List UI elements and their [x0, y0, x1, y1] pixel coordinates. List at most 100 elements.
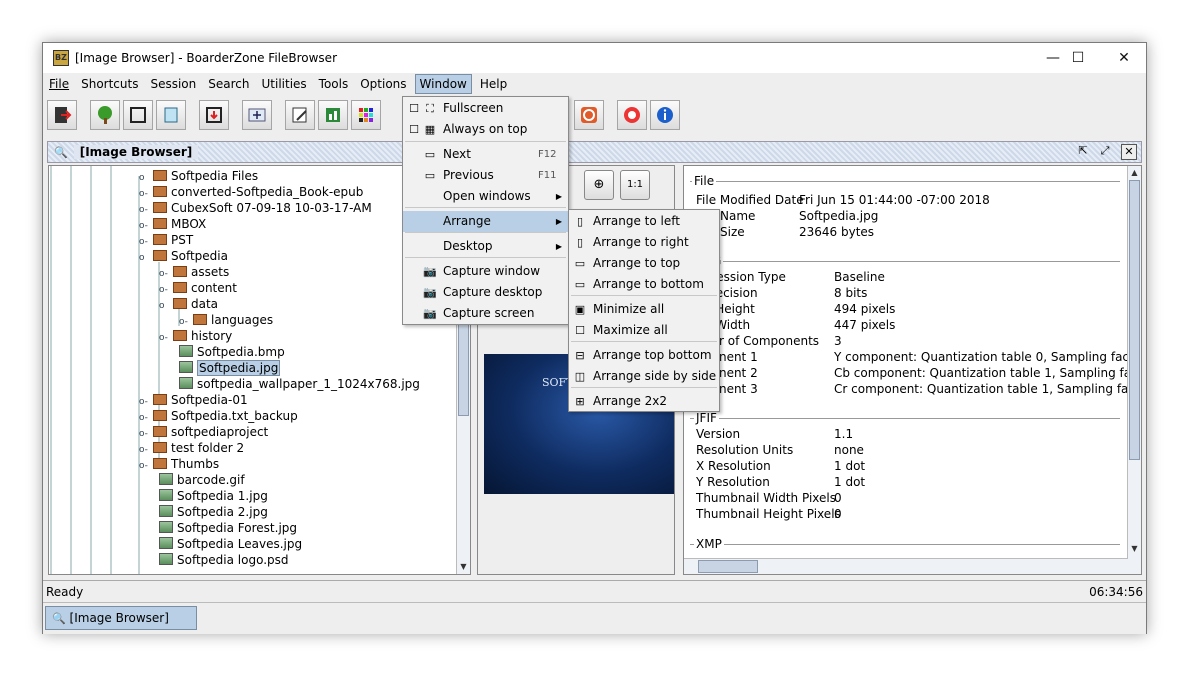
tree-icon[interactable] [90, 100, 120, 130]
hscroll-thumb[interactable] [698, 560, 758, 573]
window-menu-item[interactable]: Desktop ▶ [403, 236, 568, 257]
arrange-menu-item[interactable]: ▭ Arrange to bottom [569, 274, 719, 295]
tree-item[interactable]: o Softpedia [139, 248, 228, 264]
close-frame-icon[interactable]: ✕ [1121, 144, 1137, 160]
expand-icon[interactable]: o- [159, 330, 169, 346]
window-menu-item[interactable]: ▭ Next F12 [403, 144, 568, 165]
help-icon[interactable] [617, 100, 647, 130]
menu-utilities[interactable]: Utilities [258, 74, 311, 94]
tree-item[interactable]: o-content [159, 280, 237, 296]
arrange-menu-item[interactable]: ☐ Maximize all [569, 320, 719, 341]
tree-item[interactable]: o-history [159, 328, 232, 344]
metadata-value: Fri Jun 15 01:44:00 -07:00 2018 [799, 193, 990, 207]
tree-item[interactable]: o-test folder 2 [139, 440, 244, 456]
tree-root[interactable]: o Softpedia Files [139, 168, 258, 184]
tree-item[interactable]: o-converted-Softpedia_Book-epub [139, 184, 363, 200]
tree-item[interactable]: o data [159, 296, 218, 312]
document-icon[interactable] [156, 100, 186, 130]
close-button[interactable]: ✕ [1101, 43, 1147, 73]
checkbox-icon[interactable]: ☐ [407, 123, 421, 136]
chart-icon[interactable] [318, 100, 348, 130]
tree-item[interactable]: Softpedia Forest.jpg [159, 520, 297, 536]
edit-icon[interactable] [285, 100, 315, 130]
expand-icon[interactable]: o [139, 250, 149, 266]
expand-icon[interactable]: o- [139, 458, 149, 474]
grid-icon[interactable] [351, 100, 381, 130]
menu-window[interactable]: Window [414, 74, 472, 94]
tree-item[interactable]: softpedia_wallpaper_1_1024x768.jpg [179, 376, 420, 392]
window-menu-item[interactable]: ☐ ▦ Always on top [403, 119, 568, 140]
zoom-actual-button[interactable]: 1:1 [620, 170, 650, 200]
tree-item[interactable]: Softpedia.bmp [179, 344, 285, 360]
arrange-menu-item[interactable]: ◫ Arrange side by side [569, 366, 719, 387]
window-menu-item[interactable]: Arrange ▶ [403, 211, 568, 232]
window-menu-item[interactable]: 📷 Capture window [403, 261, 568, 282]
tree-item[interactable]: o-assets [159, 264, 229, 280]
tree-item[interactable]: barcode.gif [159, 472, 245, 488]
tree-item[interactable]: o- PST [139, 232, 193, 248]
arrange-top-bottom-icon: ⊟ [575, 349, 585, 362]
info-icon[interactable] [650, 100, 680, 130]
menu-file[interactable]: File [45, 74, 73, 94]
menu-search[interactable]: Search [204, 74, 253, 94]
metadata-key: Y Resolution [696, 475, 770, 489]
tree-item[interactable]: o-softpediaproject [139, 424, 268, 440]
menu-session[interactable]: Session [146, 74, 200, 94]
window-menu-item[interactable]: 📷 Capture desktop [403, 282, 568, 303]
checkbox-icon[interactable]: ☐ [407, 102, 421, 115]
tree-item[interactable]: o-languages [179, 312, 273, 328]
arrange-menu-item[interactable]: ⊟ Arrange top bottom [569, 345, 719, 366]
metadata-scrollbar[interactable]: ▲ ▼ [1127, 166, 1141, 574]
metadata-scroll-thumb[interactable] [1129, 180, 1140, 460]
submenu-arrow-icon: ▶ [555, 242, 562, 251]
tree-item[interactable]: o- CubexSoft 07-09-18 10-03-17-AM [139, 200, 372, 216]
window-menu-item[interactable]: ☐ ⛶ Fullscreen [403, 98, 568, 119]
restore-icon[interactable]: ⇱ [1075, 144, 1091, 160]
arrange-menu-item[interactable]: ▣ Minimize all [569, 299, 719, 320]
maximize-button[interactable]: ☐ [1055, 43, 1101, 73]
image-file-icon [159, 537, 173, 549]
expand-icon[interactable]: o [159, 298, 169, 314]
maximize-frame-icon[interactable]: ⤢ [1097, 144, 1113, 160]
metadata-value: Y component: Quantization table 0, Sampl… [834, 350, 1142, 364]
arrange-menu-item[interactable]: ⊞ Arrange 2x2 [569, 391, 719, 412]
menu-options[interactable]: Options [356, 74, 410, 94]
download-icon[interactable] [199, 100, 229, 130]
image-file-icon [159, 553, 173, 565]
windows-icon[interactable] [123, 100, 153, 130]
tree-item[interactable]: o- Thumbs [139, 456, 219, 472]
menu-shortcuts[interactable]: Shortcuts [77, 74, 142, 94]
scroll-down-icon[interactable]: ▼ [457, 560, 470, 574]
window-menu-item[interactable]: Open windows ▶ [403, 186, 568, 207]
zoom-in-button[interactable]: ⊕ [584, 170, 614, 200]
arrange-menu-item[interactable]: ▯ Arrange to left [569, 211, 719, 232]
scroll-down-icon[interactable]: ▼ [1128, 542, 1141, 556]
tree-item[interactable]: Softpedia logo.psd [159, 552, 289, 568]
taskbar-image-browser-button[interactable]: 🔍 [Image Browser] [45, 606, 197, 630]
window-menu-item[interactable]: 📷 Capture screen [403, 303, 568, 324]
tree-item[interactable]: o- MBOX [139, 216, 206, 232]
power-icon[interactable] [574, 100, 604, 130]
menu-tools[interactable]: Tools [315, 74, 353, 94]
metadata-hscrollbar[interactable] [684, 558, 1128, 574]
arrange-menu-item[interactable]: ▭ Arrange to top [569, 253, 719, 274]
arrange-menu-item[interactable]: ▯ Arrange to right [569, 232, 719, 253]
window-menu: ☐ ⛶ Fullscreen ☐ ▦ Always on top ▭ Next F12 ▭ Prev… [402, 96, 569, 325]
tree-item-label: Softpedia [171, 249, 228, 263]
metadata-pane: File File Modified Date Fri Jun 15 01:44:… [683, 165, 1142, 575]
exit-icon[interactable] [47, 100, 77, 130]
title-bar[interactable]: BZ [Image Browser] - BoarderZone FileBro… [43, 43, 1146, 73]
tree-item[interactable]: Softpedia 1.jpg [159, 488, 268, 504]
menu-help[interactable]: Help [476, 74, 511, 94]
scroll-up-icon[interactable]: ▲ [1128, 166, 1141, 180]
tree-item[interactable]: o- Softpedia-01 [139, 392, 248, 408]
menu-separator [571, 341, 717, 342]
tree-item[interactable]: Softpedia.jpg [179, 360, 281, 376]
internal-frame-titlebar[interactable]: 🔍 [Image Browser] ⇱ ⤢ ✕ [47, 141, 1142, 163]
move-icon[interactable] [242, 100, 272, 130]
tree-item[interactable]: Softpedia Leaves.jpg [159, 536, 302, 552]
window-menu-item[interactable]: ▭ Previous F11 [403, 165, 568, 186]
arrange-side-by-side-icon: ◫ [574, 370, 586, 383]
tree-item[interactable]: Softpedia 2.jpg [159, 504, 268, 520]
tree-item[interactable]: o- Softpedia.txt_backup [139, 408, 298, 424]
